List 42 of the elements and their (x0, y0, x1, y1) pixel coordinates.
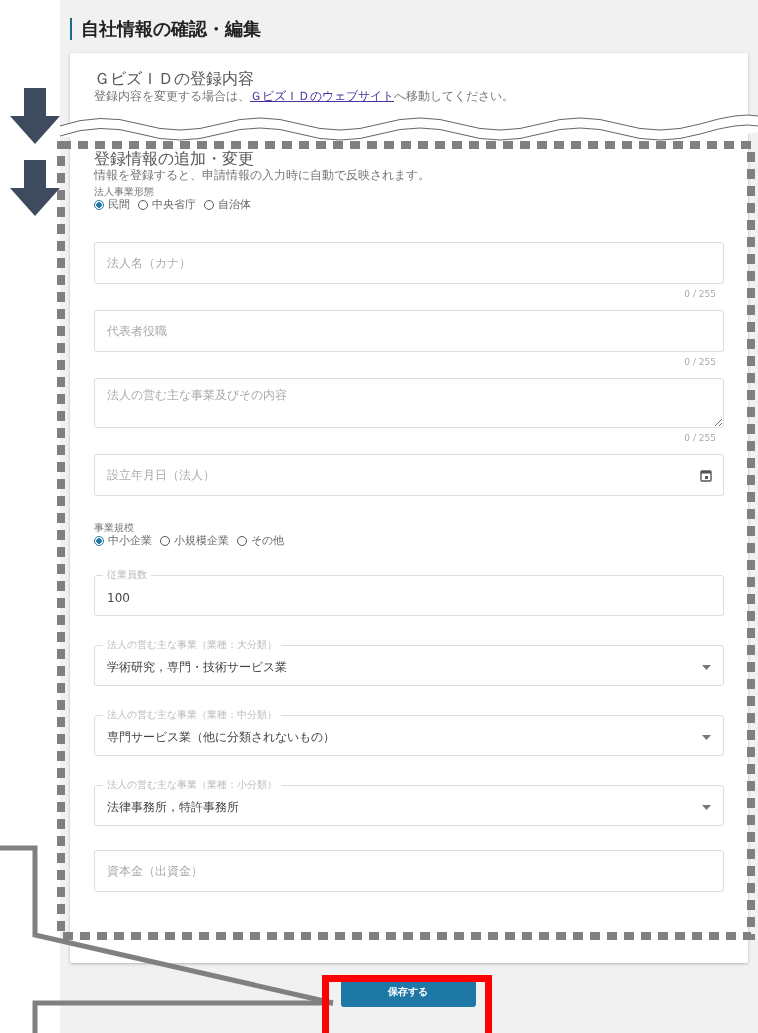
radio-label: 民間 (108, 197, 130, 212)
radio-label: 中小企業 (108, 533, 152, 548)
section-title: ＧビズＩＤの登録内容 (94, 68, 255, 89)
radio-option[interactable]: 小規模企業 (160, 533, 229, 548)
text-field[interactable]: 法人名（カナ） (94, 242, 724, 284)
field-value: 100 (107, 590, 131, 605)
field-label: 従業員数 (106, 570, 148, 580)
section-title: 登録情報の追加・変更 (94, 150, 255, 168)
section-note: 情報を登録すると、申請情報の入力時に自動で反映されます。 (94, 168, 431, 182)
text-field[interactable]: 資本金（出資金） (94, 850, 724, 892)
radio-option[interactable]: 民間 (94, 197, 130, 212)
radio-label: 中央省庁 (152, 197, 196, 212)
field-value: 学術研究，専門・技術サービス業 (107, 659, 288, 676)
down-arrow-icon (10, 88, 60, 144)
radio-label: 小規模企業 (174, 533, 229, 548)
radio-option[interactable]: 中小企業 (94, 533, 152, 548)
down-arrow-icon (10, 160, 60, 216)
dropdown-caret-icon[interactable] (702, 805, 711, 810)
radio-option[interactable]: 自治体 (204, 197, 251, 212)
radio-group-label: 法人事業形態 (94, 186, 155, 197)
char-counter: 0 / 255 (683, 432, 717, 444)
section-note: 登録内容を変更する場合は、ＧビズＩＤのウェブサイト へ移動してください。 (94, 89, 515, 104)
char-counter: 0 / 255 (683, 288, 717, 300)
field-value: 専門サービス業（他に分類されないもの） (107, 729, 336, 746)
radio-button[interactable] (94, 535, 104, 546)
dropdown-caret-icon[interactable] (702, 665, 711, 670)
radio-label: 自治体 (218, 197, 251, 212)
radio-group-label: 事業規模 (94, 522, 135, 533)
website-link[interactable]: ＧビズＩＤのウェブサイト (250, 89, 394, 103)
dropdown-caret-icon[interactable] (702, 735, 711, 740)
text-field[interactable]: 代表者役職 (94, 310, 724, 352)
number-field[interactable]: 従業員数 100 (94, 570, 724, 616)
radio-button[interactable] (94, 199, 104, 210)
radio-label: その他 (251, 533, 284, 548)
field-value: 法律事務所，特許事務所 (107, 799, 240, 816)
radio-option[interactable]: 中央省庁 (138, 197, 196, 212)
date-field[interactable]: 設立年月日（法人） (94, 454, 724, 496)
calendar-icon[interactable] (700, 469, 712, 482)
text-area[interactable]: 法人の営む主な事業及びその内容 (94, 378, 724, 428)
page-title: 自社情報の確認・編集 (70, 18, 261, 40)
char-counter: 0 / 255 (683, 356, 717, 368)
radio-option[interactable]: その他 (237, 533, 284, 548)
